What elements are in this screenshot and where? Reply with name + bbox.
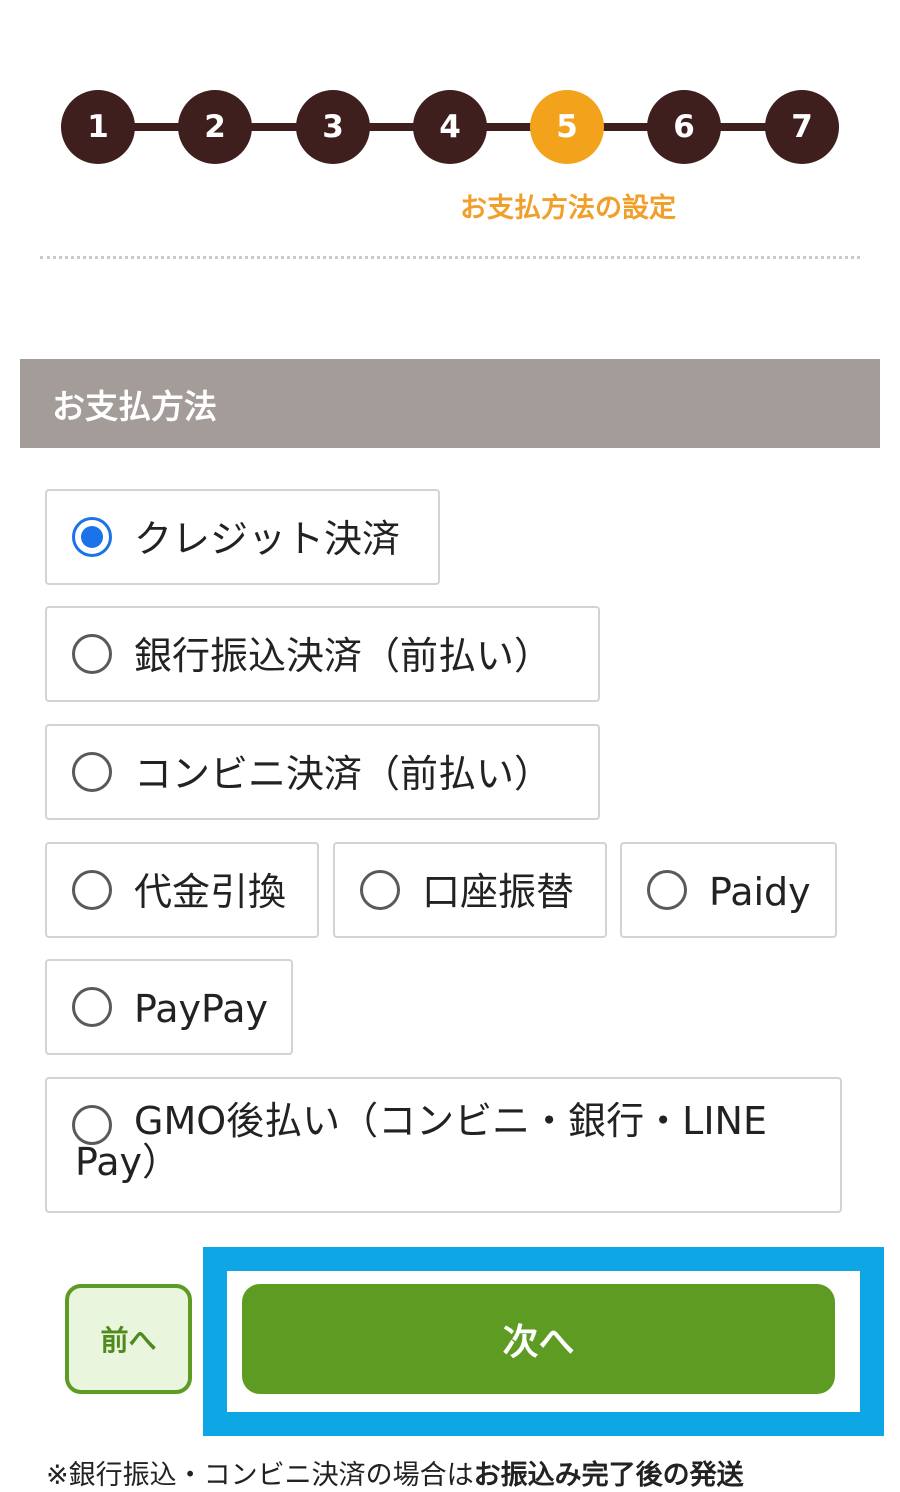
radio-icon[interactable] — [72, 634, 112, 674]
payment-option-bank-transfer[interactable]: 銀行振込決済（前払い） — [45, 606, 600, 702]
payment-option-paidy[interactable]: Paidy — [620, 842, 837, 938]
radio-selected-icon[interactable] — [72, 517, 112, 557]
next-button[interactable]: 次へ — [242, 1284, 835, 1394]
payment-option-label: PayPay — [134, 987, 268, 1031]
payment-method-header: お支払方法 — [20, 359, 880, 448]
payment-option-label: 銀行振込決済（前払い） — [134, 634, 553, 678]
footnote-text: ※銀行振込・コンビニ決済の場合は — [46, 1460, 474, 1491]
payment-option-label: コンビニ決済（前払い） — [134, 752, 553, 796]
payment-option-account-transfer[interactable]: 口座振替 — [333, 842, 607, 938]
payment-option-gmo-postpay[interactable]: GMO後払い（コンビニ・銀行・LINE Pay） — [45, 1077, 842, 1213]
radio-icon[interactable] — [647, 870, 687, 910]
prev-button[interactable]: 前へ — [65, 1284, 192, 1394]
footnote-emphasis: お振込み完了後の発送 — [473, 1460, 744, 1491]
payment-option-convenience-store[interactable]: コンビニ決済（前払い） — [45, 724, 600, 820]
payment-option-label: GMO後払い（コンビニ・銀行・LINE Pay） — [75, 1099, 767, 1184]
section-title: お支払方法 — [52, 386, 217, 426]
payment-option-label: Paidy — [709, 870, 811, 914]
payment-option-credit[interactable]: クレジット決済 — [45, 489, 440, 585]
payment-option-label: 口座振替 — [422, 870, 575, 914]
step-6: 6 — [647, 90, 721, 164]
radio-icon[interactable] — [72, 987, 112, 1027]
payment-option-label: クレジット決済 — [134, 517, 401, 561]
step-1: 1 — [61, 90, 135, 164]
radio-icon[interactable] — [72, 870, 112, 910]
payment-option-label: 代金引換 — [134, 870, 287, 914]
shipping-footnote: ※銀行振込・コンビニ決済の場合はお振込み完了後の発送 — [46, 1453, 744, 1492]
step-7: 7 — [765, 90, 839, 164]
payment-option-paypay[interactable]: PayPay — [45, 959, 293, 1055]
current-step-caption: お支払方法の設定 — [460, 193, 676, 224]
step-2: 2 — [178, 90, 252, 164]
dotted-divider — [40, 256, 860, 259]
step-5-current: 5 — [530, 90, 604, 164]
step-4: 4 — [413, 90, 487, 164]
radio-icon[interactable] — [72, 752, 112, 792]
radio-icon[interactable] — [360, 870, 400, 910]
payment-option-cash-on-delivery[interactable]: 代金引換 — [45, 842, 319, 938]
step-3: 3 — [296, 90, 370, 164]
